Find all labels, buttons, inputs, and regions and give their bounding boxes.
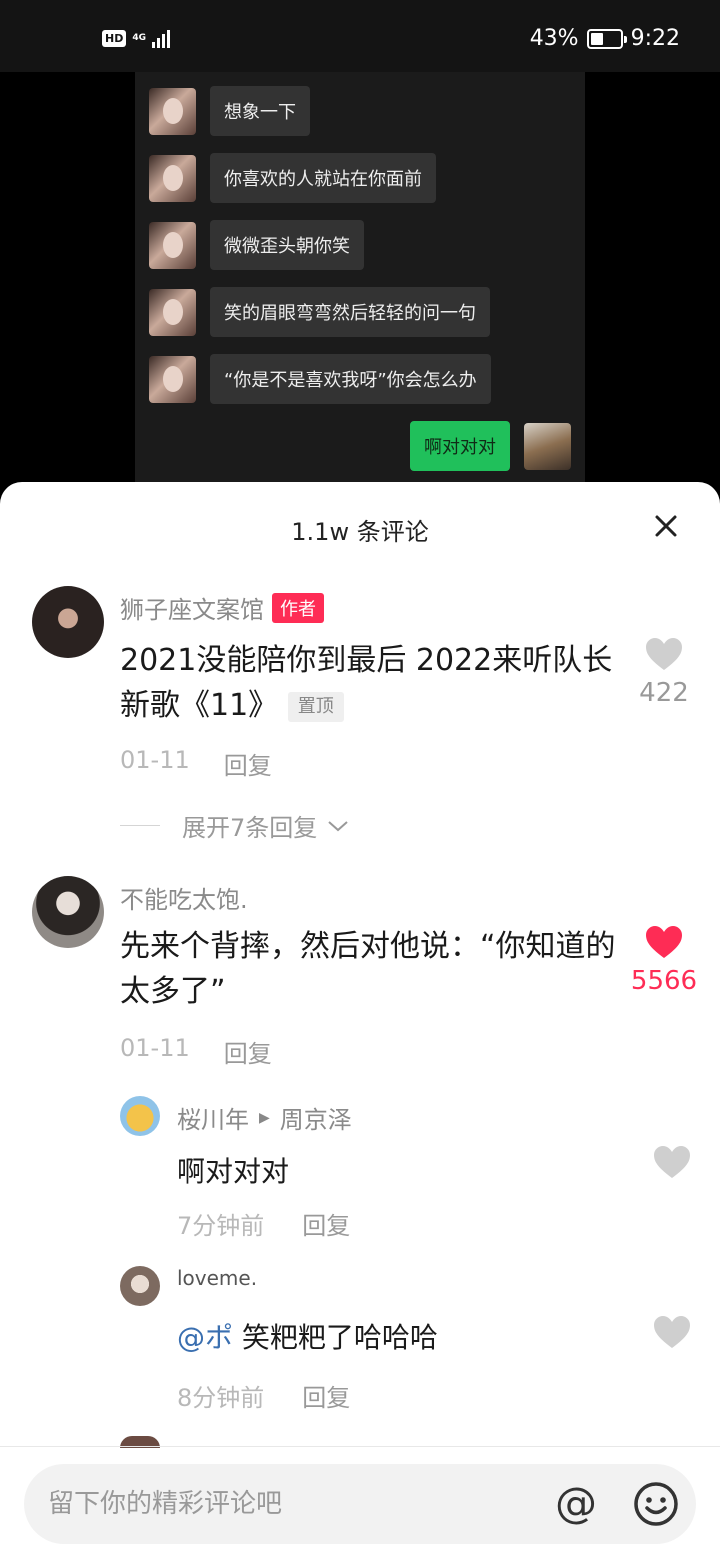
status-bar: HD 4G 43% 9:22 <box>0 0 720 72</box>
battery-icon <box>586 28 627 49</box>
avatar[interactable] <box>32 586 104 658</box>
emoji-icon[interactable] <box>632 1480 680 1528</box>
comment-date: 01-11 <box>120 1034 190 1062</box>
chat-message: 微微歪头朝你笑 <box>149 220 364 270</box>
battery-percent: 43% <box>529 26 579 51</box>
avatar[interactable] <box>120 1266 160 1306</box>
avatar <box>149 154 196 202</box>
pinned-badge: 置顶 <box>287 691 344 722</box>
like-button[interactable]: 5566 <box>630 924 698 996</box>
reply-button[interactable]: 回复 <box>302 1206 350 1241</box>
like-count: 422 <box>639 678 689 708</box>
like-button[interactable]: 422 <box>634 636 694 708</box>
comment-date: 01-11 <box>120 746 190 774</box>
hd-badge: HD <box>102 29 127 47</box>
heart-icon <box>646 638 682 670</box>
chat-bubble-self: 啊对对对 <box>410 421 510 471</box>
avatar <box>149 221 196 269</box>
comment-text[interactable]: 2021没能陪你到最后 2022来听队长新歌《11》 置顶 <box>120 638 620 728</box>
sheet-title: 1.1w 条评论 <box>291 518 429 546</box>
reply-button[interactable]: 回复 <box>224 1034 272 1069</box>
like-count: 5566 <box>630 966 698 996</box>
comment-text[interactable]: 先来个背摔，然后对他说：“你知道的太多了” <box>120 924 620 1014</box>
reply-text[interactable]: @ポ 笑粑粑了哈哈哈 <box>177 1316 438 1356</box>
comment-meta: 01-11 回复 <box>120 1034 272 1069</box>
clock: 9:22 <box>630 26 680 51</box>
video-area[interactable]: 想象一下 你喜欢的人就站在你面前 微微歪头朝你笑 笑的眉眼弯弯然后轻轻的问一句 … <box>0 72 720 492</box>
reply-time: 7分钟前 <box>177 1212 265 1240</box>
chat-bubble: 微微歪头朝你笑 <box>210 220 364 270</box>
mention-link[interactable]: @ポ <box>177 1321 233 1354</box>
heart-icon[interactable] <box>652 1314 692 1350</box>
network-label: 4G <box>132 32 146 43</box>
status-left: HD 4G <box>102 28 170 48</box>
reply-time: 8分钟前 <box>177 1384 265 1412</box>
chat-message: 你喜欢的人就站在你面前 <box>149 153 436 203</box>
at-icon[interactable]: @ <box>552 1480 600 1528</box>
divider-line <box>120 825 160 826</box>
status-right: 43% 9:22 <box>530 26 680 51</box>
avatar <box>149 288 196 336</box>
input-divider <box>0 1446 720 1447</box>
reply-meta: 7分钟前 回复 <box>177 1206 350 1241</box>
reply-author[interactable]: 桜川年 ▶ 周京泽 <box>177 1100 352 1135</box>
avatar <box>149 355 196 403</box>
reply-text[interactable]: 啊对对对 <box>177 1150 289 1190</box>
comment-author[interactable]: 狮子座文案馆 作者 <box>120 590 324 625</box>
expand-replies[interactable]: 展开7条回复 <box>120 808 349 843</box>
author-badge: 作者 <box>272 592 324 623</box>
comment-input[interactable] <box>48 1482 528 1526</box>
chat-bubble: 想象一下 <box>210 86 310 136</box>
avatar[interactable] <box>120 1096 160 1136</box>
reply-meta: 8分钟前 回复 <box>177 1378 350 1413</box>
chat-bubble: 笑的眉眼弯弯然后轻轻的问一句 <box>210 287 490 337</box>
chat-reply: 啊对对对 <box>410 421 571 471</box>
comment-input-bar: @ <box>24 1464 696 1544</box>
chevron-down-icon <box>328 820 348 831</box>
comment-meta: 01-11 回复 <box>120 746 272 781</box>
close-icon[interactable] <box>652 512 680 540</box>
heart-icon <box>646 926 682 958</box>
reply-button[interactable]: 回复 <box>302 1378 350 1413</box>
signal-icon <box>152 28 170 48</box>
chat-bubble: “你是不是喜欢我呀”你会怎么办 <box>210 354 491 404</box>
avatar <box>149 87 196 135</box>
reply-author[interactable]: loveme. <box>177 1266 257 1290</box>
heart-icon[interactable] <box>652 1144 692 1180</box>
comment-author[interactable]: 不能吃太饱. <box>120 880 248 915</box>
reply-button[interactable]: 回复 <box>224 746 272 781</box>
chat-message: 想象一下 <box>149 86 310 136</box>
comments-sheet: 1.1w 条评论 狮子座文案馆 作者 2021没能陪你到最后 2022来听队长新… <box>0 482 720 1560</box>
avatar <box>524 422 571 470</box>
reply-arrow-icon: ▶ <box>259 1109 270 1126</box>
chat-bubble: 你喜欢的人就站在你面前 <box>210 153 436 203</box>
chat-message: 笑的眉眼弯弯然后轻轻的问一句 <box>149 287 490 337</box>
chat-message: “你是不是喜欢我呀”你会怎么办 <box>149 354 491 404</box>
chat-screenshot: 想象一下 你喜欢的人就站在你面前 微微歪头朝你笑 笑的眉眼弯弯然后轻轻的问一句 … <box>135 72 585 492</box>
avatar[interactable] <box>32 876 104 948</box>
